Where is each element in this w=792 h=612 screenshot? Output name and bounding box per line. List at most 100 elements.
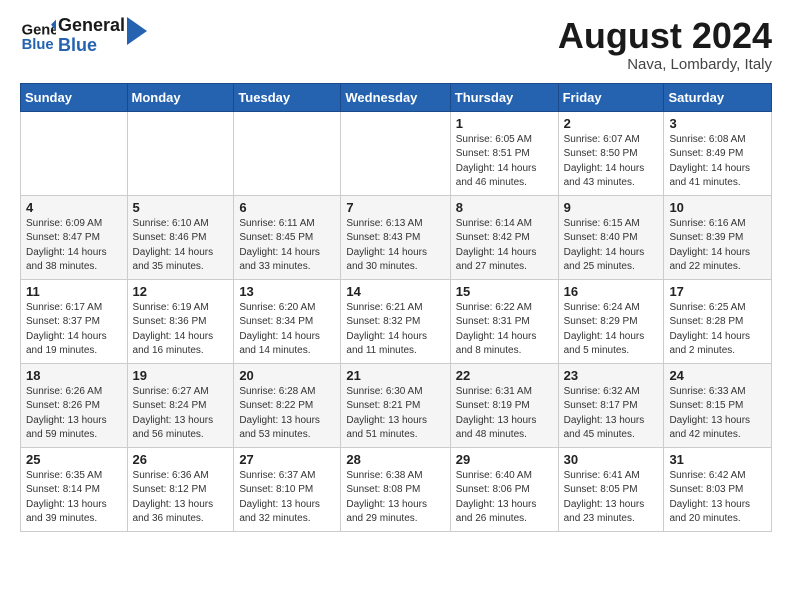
day-info: Sunrise: 6:21 AM Sunset: 8:32 PM Dayligh… [346,301,444,359]
location: Nava, Lombardy, Italy [558,56,772,73]
calendar-cell: 31 Sunrise: 6:42 AM Sunset: 8:03 PM Dayli… [664,447,772,531]
calendar-cell: 14 Sunrise: 6:21 AM Sunset: 8:32 PM Dayli… [341,279,450,363]
day-number: 24 [669,368,766,383]
calendar-week-4: 18Sunrise: 6:26 AM Sunset: 8:26 PM Dayli… [21,363,772,447]
calendar-table: SundayMondayTuesdayWednesdayThursdayFrid… [20,83,772,532]
day-number: 28 [346,452,444,467]
day-info: Sunrise: 6:37 AM Sunset: 8:10 PM Dayligh… [239,469,335,527]
day-number: 6 [239,200,335,215]
day-info: Sunrise: 6:32 AM Sunset: 8:17 PM Dayligh… [564,385,659,443]
day-info: Sunrise: 6:09 AM Sunset: 8:47 PM Dayligh… [26,217,122,275]
calendar-cell: 10 Sunrise: 6:16 AM Sunset: 8:39 PM Dayli… [664,195,772,279]
calendar-cell: 3 Sunrise: 6:08 AM Sunset: 8:49 PM Daylig… [664,111,772,195]
day-info: Sunrise: 6:40 AM Sunset: 8:06 PM Dayligh… [456,469,553,527]
day-number: 10 [669,200,766,215]
calendar-cell: 12Sunrise: 6:19 AM Sunset: 8:36 PM Dayli… [127,279,234,363]
day-info: Sunrise: 6:14 AM Sunset: 8:42 PM Dayligh… [456,217,553,275]
logo: General Blue General Blue [20,16,147,56]
calendar-cell: 6 Sunrise: 6:11 AM Sunset: 8:45 PM Daylig… [234,195,341,279]
day-info: Sunrise: 6:13 AM Sunset: 8:43 PM Dayligh… [346,217,444,275]
weekday-header-wednesday: Wednesday [341,83,450,111]
calendar-week-2: 4 Sunrise: 6:09 AM Sunset: 8:47 PM Daylig… [21,195,772,279]
day-info: Sunrise: 6:31 AM Sunset: 8:19 PM Dayligh… [456,385,553,443]
day-info: Sunrise: 6:08 AM Sunset: 8:49 PM Dayligh… [669,133,766,191]
calendar-cell: 20 Sunrise: 6:28 AM Sunset: 8:22 PM Dayli… [234,363,341,447]
day-number: 16 [564,284,659,299]
day-info: Sunrise: 6:33 AM Sunset: 8:15 PM Dayligh… [669,385,766,443]
header: General Blue General Blue August 2024 Na… [20,16,772,73]
calendar-week-5: 25Sunrise: 6:35 AM Sunset: 8:14 PM Dayli… [21,447,772,531]
calendar-cell: 23 Sunrise: 6:32 AM Sunset: 8:17 PM Dayli… [558,363,664,447]
svg-text:General: General [22,22,56,38]
day-info: Sunrise: 6:17 AM Sunset: 8:37 PM Dayligh… [26,301,122,359]
day-number: 21 [346,368,444,383]
day-number: 25 [26,452,122,467]
svg-text:Blue: Blue [22,37,54,53]
page: General Blue General Blue August 2024 Na… [0,0,792,548]
day-info: Sunrise: 6:11 AM Sunset: 8:45 PM Dayligh… [239,217,335,275]
day-number: 9 [564,200,659,215]
day-info: Sunrise: 6:05 AM Sunset: 8:51 PM Dayligh… [456,133,553,191]
day-number: 15 [456,284,553,299]
day-number: 5 [133,200,229,215]
day-info: Sunrise: 6:36 AM Sunset: 8:12 PM Dayligh… [133,469,229,527]
day-number: 27 [239,452,335,467]
calendar-cell: 17 Sunrise: 6:25 AM Sunset: 8:28 PM Dayli… [664,279,772,363]
weekday-header-tuesday: Tuesday [234,83,341,111]
day-info: Sunrise: 6:15 AM Sunset: 8:40 PM Dayligh… [564,217,659,275]
title-block: August 2024 Nava, Lombardy, Italy [558,16,772,73]
day-number: 7 [346,200,444,215]
day-info: Sunrise: 6:22 AM Sunset: 8:31 PM Dayligh… [456,301,553,359]
calendar-cell: 8 Sunrise: 6:14 AM Sunset: 8:42 PM Daylig… [450,195,558,279]
weekday-header-friday: Friday [558,83,664,111]
calendar-cell: 22 Sunrise: 6:31 AM Sunset: 8:19 PM Dayli… [450,363,558,447]
day-number: 26 [133,452,229,467]
day-number: 18 [26,368,122,383]
weekday-header-thursday: Thursday [450,83,558,111]
calendar-cell: 11 Sunrise: 6:17 AM Sunset: 8:37 PM Dayli… [21,279,128,363]
day-info: Sunrise: 6:42 AM Sunset: 8:03 PM Dayligh… [669,469,766,527]
logo-general: General [58,16,125,36]
day-number: 14 [346,284,444,299]
logo-icon: General Blue [20,18,56,54]
calendar-cell: 27 Sunrise: 6:37 AM Sunset: 8:10 PM Dayli… [234,447,341,531]
weekday-header-sunday: Sunday [21,83,128,111]
day-info: Sunrise: 6:07 AM Sunset: 8:50 PM Dayligh… [564,133,659,191]
day-number: 11 [26,284,122,299]
calendar-cell: 28Sunrise: 6:38 AM Sunset: 8:08 PM Dayli… [341,447,450,531]
day-number: 13 [239,284,335,299]
month-title: August 2024 [558,16,772,56]
calendar-cell: 21Sunrise: 6:30 AM Sunset: 8:21 PM Dayli… [341,363,450,447]
calendar-cell: 30Sunrise: 6:41 AM Sunset: 8:05 PM Dayli… [558,447,664,531]
day-number: 2 [564,116,659,131]
day-number: 8 [456,200,553,215]
day-info: Sunrise: 6:25 AM Sunset: 8:28 PM Dayligh… [669,301,766,359]
day-number: 1 [456,116,553,131]
calendar-cell: 15 Sunrise: 6:22 AM Sunset: 8:31 PM Dayli… [450,279,558,363]
calendar-cell: 9 Sunrise: 6:15 AM Sunset: 8:40 PM Daylig… [558,195,664,279]
calendar-cell [21,111,128,195]
logo-blue: Blue [58,36,125,56]
day-info: Sunrise: 6:16 AM Sunset: 8:39 PM Dayligh… [669,217,766,275]
day-number: 22 [456,368,553,383]
day-number: 20 [239,368,335,383]
calendar-cell: 25Sunrise: 6:35 AM Sunset: 8:14 PM Dayli… [21,447,128,531]
calendar-cell: 16Sunrise: 6:24 AM Sunset: 8:29 PM Dayli… [558,279,664,363]
day-info: Sunrise: 6:28 AM Sunset: 8:22 PM Dayligh… [239,385,335,443]
calendar-cell: 29 Sunrise: 6:40 AM Sunset: 8:06 PM Dayli… [450,447,558,531]
day-number: 31 [669,452,766,467]
calendar-cell: 13Sunrise: 6:20 AM Sunset: 8:34 PM Dayli… [234,279,341,363]
weekday-header-saturday: Saturday [664,83,772,111]
day-number: 29 [456,452,553,467]
day-number: 17 [669,284,766,299]
day-number: 19 [133,368,229,383]
calendar-cell [127,111,234,195]
calendar-cell [234,111,341,195]
day-number: 12 [133,284,229,299]
day-info: Sunrise: 6:41 AM Sunset: 8:05 PM Dayligh… [564,469,659,527]
logo-arrow-icon [127,17,147,45]
day-number: 23 [564,368,659,383]
day-number: 4 [26,200,122,215]
day-number: 3 [669,116,766,131]
calendar-cell: 19Sunrise: 6:27 AM Sunset: 8:24 PM Dayli… [127,363,234,447]
